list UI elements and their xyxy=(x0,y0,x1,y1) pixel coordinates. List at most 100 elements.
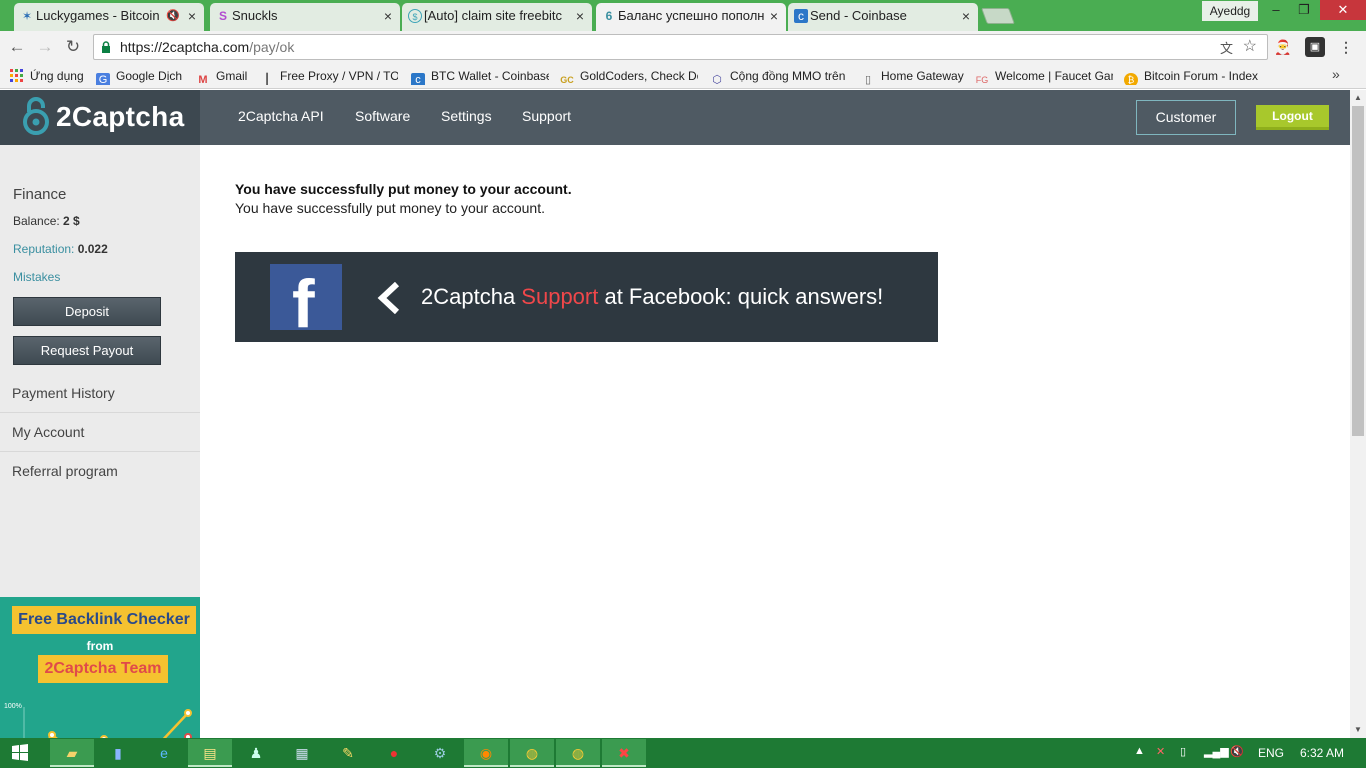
backlink-checker-banner[interactable]: Free Backlink Checker from 2Captcha Team… xyxy=(0,597,200,738)
app-icon: ● xyxy=(389,745,399,761)
taskbar-app-6[interactable]: ▦ xyxy=(280,739,324,767)
tab-close-icon[interactable]: × xyxy=(576,3,584,29)
chevron-left-icon xyxy=(377,282,400,314)
app-icon: ✎ xyxy=(342,745,354,761)
translate-icon[interactable]: 文 xyxy=(1220,38,1233,57)
scrollbar-thumb[interactable] xyxy=(1352,106,1364,436)
volume-muted-icon[interactable]: 🔇 xyxy=(1230,745,1244,758)
banner-team: 2Captcha Team xyxy=(38,655,168,683)
app-icon: ▦ xyxy=(295,745,309,761)
sidebar-item-referral-program[interactable]: Referral program xyxy=(0,452,200,491)
customer-button[interactable]: Customer xyxy=(1136,100,1236,135)
taskbar-app-8[interactable]: ● xyxy=(372,739,416,767)
reputation-value: 0.022 xyxy=(77,242,108,256)
forward-arrow-icon[interactable]: → xyxy=(34,36,56,58)
site-header: 2Captcha 2Captcha API Software Settings … xyxy=(0,90,1350,145)
bookmark-btc-wallet[interactable]: c BTC Wallet - Coinbase xyxy=(411,67,549,85)
page-scrollbar[interactable]: ▲ ▼ xyxy=(1350,90,1366,738)
windows-logo-icon xyxy=(12,744,28,761)
sidebar-item-payment-history[interactable]: Payment History xyxy=(0,374,200,413)
bookmark-google-translate[interactable]: G Google Dịch xyxy=(96,67,182,85)
bookmarks-bar: Ứng dụng G Google Dịch M Gmail ┃ Free Proxy… xyxy=(0,63,1366,89)
show-hidden-icons-icon[interactable]: ▲ xyxy=(1134,745,1145,757)
nav-settings[interactable]: Settings xyxy=(441,108,492,124)
mute-icon[interactable]: 🔇 xyxy=(166,3,180,29)
bookmark-goldcoders[interactable]: GC GoldCoders, Check Do xyxy=(560,67,698,85)
network-error-icon[interactable]: ✕ xyxy=(1156,745,1165,758)
nav-software[interactable]: Software xyxy=(355,108,410,124)
reload-icon[interactable]: ↻ xyxy=(62,36,84,58)
bookmark-home-gateway[interactable]: ▯ Home Gateway xyxy=(861,67,964,85)
more-bookmarks-icon[interactable]: » xyxy=(1332,66,1340,82)
tab-close-icon[interactable]: × xyxy=(188,3,196,29)
banner-graph-illustration xyxy=(23,707,192,738)
notepad-icon: ▤ xyxy=(203,745,217,761)
battery-icon[interactable]: ▯ xyxy=(1180,745,1186,758)
bookmark-gmail[interactable]: M Gmail xyxy=(196,67,247,85)
new-tab-button[interactable] xyxy=(981,8,1015,24)
taskbar-file-explorer[interactable]: ▰ xyxy=(50,739,94,767)
menu-icon[interactable]: ⋮ xyxy=(1336,37,1356,57)
windows-taskbar: ▰ ▮ e ▤ ♟ ▦ ✎ ● ⚙ ◉ ◍ ◍ ✖ ▲ ✕ ▯ ▂▄▆ 🔇 EN… xyxy=(0,738,1366,768)
proxy-icon: ┃ xyxy=(263,74,271,85)
bookmark-bitcoin-forum[interactable]: ₿ Bitcoin Forum - Index xyxy=(1124,67,1258,85)
tab-luckygames[interactable]: ✶ Luckygames - Bitcoin 🔇 × xyxy=(14,3,204,31)
windows-start-button[interactable] xyxy=(0,738,40,768)
taskbar-chrome-2[interactable]: ◍ xyxy=(556,739,600,767)
reputation-link[interactable]: Reputation: 0.022 xyxy=(13,242,108,256)
address-bar[interactable]: https://2captcha.com/pay/ok 文 ☆ xyxy=(93,34,1268,60)
app-icon: ▮ xyxy=(114,745,122,761)
extension-icon[interactable]: ▣ xyxy=(1305,37,1325,57)
deposit-button[interactable]: Deposit xyxy=(13,297,161,326)
facebook-banner-text: 2Captcha Support at Facebook: quick answ… xyxy=(421,284,884,309)
profile-button[interactable]: Ayeddg xyxy=(1202,1,1258,21)
mmo-icon: ⬡ xyxy=(712,74,722,85)
tab-close-icon[interactable]: × xyxy=(384,3,392,29)
taskbar-app-13[interactable]: ✖ xyxy=(602,739,646,767)
back-arrow-icon[interactable]: ← xyxy=(6,36,28,58)
main-content: You have successfully put money to your … xyxy=(200,145,1350,738)
clock[interactable]: 6:32 AM xyxy=(1300,746,1344,760)
logo[interactable]: 2Captcha xyxy=(0,90,200,145)
restore-icon[interactable]: ❐ xyxy=(1290,0,1318,20)
scroll-up-arrow-icon[interactable]: ▲ xyxy=(1350,90,1366,106)
logout-button[interactable]: Logout xyxy=(1256,105,1329,130)
bookmark-mmo[interactable]: ⬡ Cộng đồng MMO trên xyxy=(710,67,848,85)
tab-label: Send - Coinbase xyxy=(810,8,907,23)
mistakes-link[interactable]: Mistakes xyxy=(13,270,60,284)
tab-coinbase[interactable]: c Send - Coinbase × xyxy=(788,3,978,31)
bookmark-free-proxy[interactable]: ┃ Free Proxy / VPN / TO xyxy=(260,67,398,85)
tab-close-icon[interactable]: × xyxy=(962,3,970,29)
faucet-icon: FG xyxy=(975,75,989,85)
bookmark-apps[interactable]: Ứng dụng xyxy=(10,67,84,85)
taskbar-firefox[interactable]: ◉ xyxy=(464,739,508,767)
tab-2captcha[interactable]: 6 Баланс успешно пополн × xyxy=(596,3,786,31)
page-icon: ▯ xyxy=(864,74,872,85)
facebook-support-banner[interactable]: f 2Captcha Support at Facebook: quick an… xyxy=(235,252,938,342)
tab-snuckls[interactable]: S Snuckls × xyxy=(210,3,400,31)
bookmark-faucet[interactable]: FG Welcome | Faucet Gam xyxy=(975,67,1113,85)
request-payout-button[interactable]: Request Payout xyxy=(13,336,161,365)
taskbar-app-7[interactable]: ✎ xyxy=(326,739,370,767)
nav-support[interactable]: Support xyxy=(522,108,571,124)
sidebar-item-my-account[interactable]: My Account xyxy=(0,413,200,452)
scroll-down-arrow-icon[interactable]: ▼ xyxy=(1350,722,1366,738)
bitcoin-icon: ₿ xyxy=(1124,73,1138,85)
minimize-icon[interactable]: – xyxy=(1262,0,1290,20)
taskbar-ie[interactable]: e xyxy=(142,739,186,767)
window-close-icon[interactable]: ✕ xyxy=(1320,0,1366,20)
taskbar-app-5[interactable]: ♟ xyxy=(234,739,278,767)
santa-extension-icon[interactable]: 🎅 xyxy=(1273,37,1293,57)
tab-freebitco[interactable]: $ [Auto] claim site freebitc × xyxy=(402,3,592,31)
wifi-icon[interactable]: ▂▄▆ xyxy=(1204,745,1229,758)
chrome-icon: ◍ xyxy=(571,745,585,761)
success-heading: You have successfully put money to your … xyxy=(235,181,572,197)
taskbar-app-2[interactable]: ▮ xyxy=(96,739,140,767)
nav-2captcha-api[interactable]: 2Captcha API xyxy=(238,108,324,124)
taskbar-notepad[interactable]: ▤ xyxy=(188,739,232,767)
taskbar-app-9[interactable]: ⚙ xyxy=(418,739,462,767)
taskbar-chrome[interactable]: ◍ xyxy=(510,739,554,767)
tab-close-icon[interactable]: × xyxy=(770,3,778,29)
language-indicator[interactable]: ENG xyxy=(1258,746,1284,760)
bookmark-star-icon[interactable]: ☆ xyxy=(1243,36,1257,56)
